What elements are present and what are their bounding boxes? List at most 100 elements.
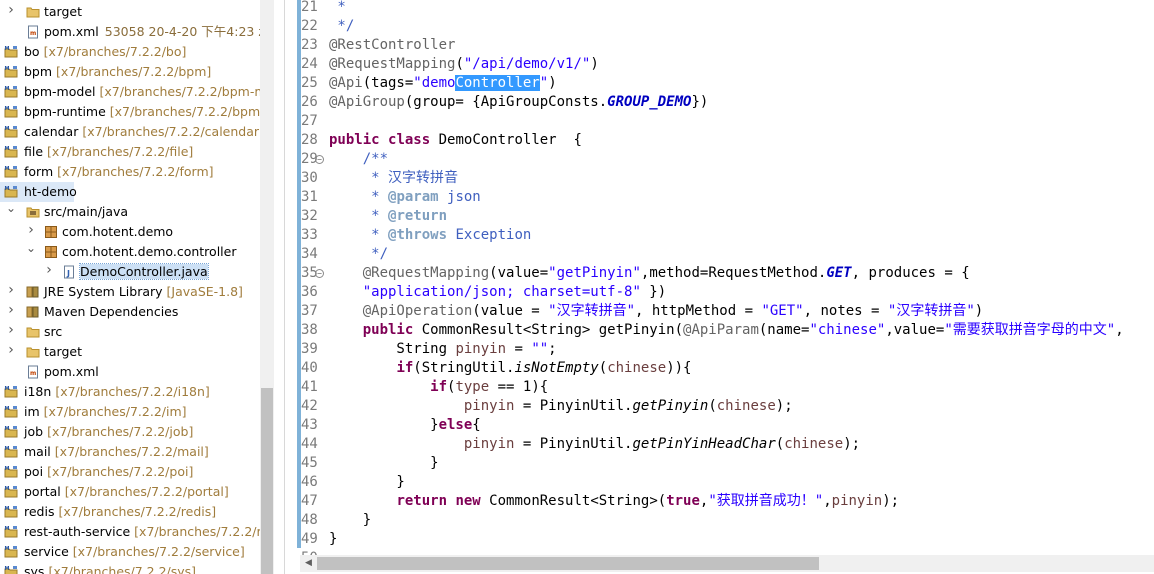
tree-item[interactable]: Mportal [x7/branches/7.2.2/portal] <box>0 482 260 502</box>
code-token: }) <box>640 284 667 300</box>
chevron-right-icon[interactable]: › <box>6 323 16 337</box>
chevron-right-icon[interactable]: › <box>6 303 16 317</box>
tree-item-label: job <box>24 424 44 439</box>
fold-toggle-icon[interactable]: − <box>315 155 324 164</box>
code-text: * @throws Exception <box>329 226 531 245</box>
scroll-left-arrow-icon[interactable]: ◀ <box>300 555 317 572</box>
chevron-down-icon[interactable]: ⌄ <box>6 202 16 214</box>
chevron-right-icon[interactable]: › <box>6 343 16 357</box>
tree-item[interactable]: Mservice [x7/branches/7.2.2/service] <box>0 542 260 562</box>
tree-vertical-scrollbar[interactable] <box>260 0 274 574</box>
tree-item[interactable]: Mbo [x7/branches/7.2.2/bo] <box>0 42 260 62</box>
line-number: 34 <box>301 246 318 262</box>
line-number: 23 <box>301 37 318 53</box>
line-number: 37 <box>301 303 318 319</box>
editor-horizontal-scrollbar[interactable]: ◀ <box>300 555 1154 572</box>
tree-item[interactable]: Mim [x7/branches/7.2.2/im] <box>0 402 260 422</box>
tree-item[interactable]: Mcalendar [x7/branches/7.2.2/calendar] <box>0 122 260 142</box>
chevron-right-icon[interactable]: › <box>26 223 36 237</box>
code-token: GET <box>826 265 852 281</box>
tree-item[interactable]: m pom.xml 53058 20-4-20 下午4:23 zh <box>0 22 260 42</box>
code-token: = PinyinUtil. <box>514 436 633 452</box>
tree-item[interactable]: ⌄ com.hotent.demo.controller <box>0 242 260 262</box>
line-number: 30 <box>301 170 318 186</box>
code-text: @ApiGroup(group= {ApiGroupConsts.GROUP_D… <box>329 93 708 112</box>
tree-item[interactable]: Mform [x7/branches/7.2.2/form] <box>0 162 260 182</box>
code-token: , <box>823 493 832 509</box>
tree-item[interactable]: Mfile [x7/branches/7.2.2/file] <box>0 142 260 162</box>
tree-item[interactable]: Mi18n [x7/branches/7.2.2/i18n] <box>0 382 260 402</box>
line-number: 25 <box>301 75 318 91</box>
tree-item[interactable]: Mbpm [x7/branches/7.2.2/bpm] <box>0 62 260 82</box>
code-token: (StringUtil. <box>413 360 515 376</box>
code-text: return new CommonResult<String>(true,"获取… <box>329 492 899 511</box>
tree-item[interactable]: Mrest-auth-service[x7/branches/7.2.2/res… <box>0 522 260 542</box>
chevron-right-icon[interactable]: › <box>6 3 16 17</box>
code-text: } <box>329 454 438 473</box>
project-explorer: › target m pom.xml 53058 20-4-20 下午4:23 zh Mb… <box>0 0 260 574</box>
tree-item[interactable]: Mjob [x7/branches/7.2.2/job] <box>0 422 260 442</box>
code-token: * <box>329 227 389 243</box>
tree-item[interactable]: Mpoi [x7/branches/7.2.2/poi] <box>0 462 260 482</box>
tree-item[interactable]: › Maven Dependencies <box>0 302 260 322</box>
svg-text:M: M <box>5 66 10 72</box>
svg-text:M: M <box>5 146 10 152</box>
code-token: { <box>472 417 481 433</box>
code-text: if(type == 1){ <box>329 378 548 397</box>
chevron-right-icon[interactable]: › <box>6 283 16 297</box>
code-token: pinyin <box>831 493 883 509</box>
maven-project-icon: M <box>4 65 18 79</box>
code-token: isNotEmpty <box>514 360 599 376</box>
tree-item[interactable]: Mmail [x7/branches/7.2.2/mail] <box>0 442 260 462</box>
code-text: } <box>329 473 404 492</box>
tree-item-label: bpm-runtime <box>24 104 106 119</box>
code-editor[interactable]: 21 * 22 */ 23 @RestController 24 @RequestMapp… <box>284 0 1154 574</box>
svg-text:M: M <box>5 186 10 192</box>
tree-item[interactable]: Mredis [x7/branches/7.2.2/redis] <box>0 502 260 522</box>
fold-toggle-icon[interactable]: − <box>315 269 324 278</box>
code-token: (tags= <box>362 75 414 91</box>
tree-item[interactable]: › target <box>0 2 260 22</box>
maven-project-icon: M <box>4 485 18 499</box>
maven-project-icon: M <box>4 405 18 419</box>
code-token: @RequestMapping <box>329 56 456 72</box>
tree-item[interactable]: Msys [x7/branches/7.2.2/sys] <box>0 562 260 574</box>
tree-item[interactable]: › com.hotent.demo <box>0 222 260 242</box>
tree-item[interactable]: › J DemoController.java <box>0 262 260 282</box>
svg-text:M: M <box>5 46 10 52</box>
tree-scrollbar-thumb[interactable] <box>261 388 273 574</box>
chevron-right-icon[interactable]: › <box>44 263 54 277</box>
tree-item-label: bo <box>24 44 40 59</box>
tree-item[interactable]: Mht-demo <box>0 182 77 202</box>
code-token: , produces = { <box>851 265 970 281</box>
tree-item-label: bpm-model <box>24 84 96 99</box>
line-number: 33 <box>301 227 318 243</box>
code-token: "汉字转拼音" <box>887 303 975 319</box>
java-file-icon: J <box>62 265 76 279</box>
code-token: chinese <box>716 398 776 414</box>
chevron-down-icon[interactable]: ⌄ <box>26 242 36 254</box>
svg-text:M: M <box>5 446 10 452</box>
tree-item[interactable]: Mbpm-runtime[x7/branches/7.2.2/bpm-ru <box>0 102 260 122</box>
tree-item[interactable]: m pom.xml <box>0 362 260 382</box>
code-token: String <box>329 341 456 357</box>
code-token: "application/json; charset=utf-8" <box>362 284 641 300</box>
tree-item-label: calendar <box>24 124 79 139</box>
code-token: = <box>506 341 532 357</box>
tree-item[interactable]: Mbpm-model [x7/branches/7.2.2/bpm-mo <box>0 82 260 102</box>
tree-item[interactable]: ⌄ src/main/java <box>0 202 260 222</box>
tree-item[interactable]: › src <box>0 322 260 342</box>
code-token: chinese <box>784 436 844 452</box>
tree-item[interactable]: › JRE System Library [JavaSE-1.8] <box>0 282 260 302</box>
code-token: public <box>362 322 414 338</box>
editor-scrollbar-thumb[interactable] <box>317 557 819 570</box>
tree-item[interactable]: › target <box>0 342 260 362</box>
code-token: ( <box>598 360 608 376</box>
code-token: * <box>329 208 389 224</box>
code-text: pinyin = PinyinUtil.getPinYinHeadChar(ch… <box>329 435 860 454</box>
code-token: Controller <box>455 75 540 91</box>
maven-project-icon: M <box>4 505 18 519</box>
